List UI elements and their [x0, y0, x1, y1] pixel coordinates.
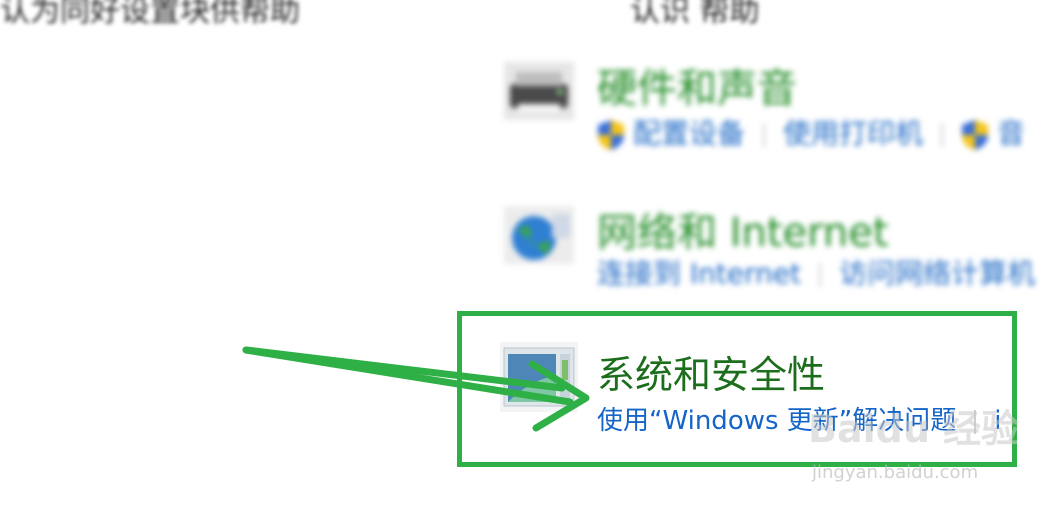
- link-access-network-computers[interactable]: 访问网络计算机: [839, 257, 1035, 290]
- category-title-hardware[interactable]: 硬件和声音: [597, 56, 797, 114]
- shield-icon: [961, 119, 989, 151]
- network-globe-icon: [500, 200, 578, 270]
- link-configure-devices[interactable]: 配置设备: [633, 117, 745, 150]
- link-separator: [941, 123, 944, 147]
- shield-icon: [597, 119, 625, 151]
- link-separator: [819, 263, 822, 287]
- system-security-icon: [500, 342, 578, 412]
- printer-icon: [500, 56, 578, 126]
- header-text-left: 认为同好设置块供帮助: [0, 0, 300, 29]
- header-text-right: 认识 帮助: [630, 0, 760, 29]
- link-connect-internet[interactable]: 连接到 Internet: [597, 257, 801, 290]
- baidu-watermark: Baidu 经验: [808, 407, 1020, 451]
- baidu-watermark-url: jingyan.baidu.com: [812, 462, 979, 483]
- link-separator: [763, 123, 766, 147]
- category-title-network[interactable]: 网络和 Internet: [597, 200, 889, 258]
- category-links-network: 连接到 Internet 访问网络计算机: [597, 252, 1035, 292]
- link-sound-truncated[interactable]: 音: [997, 117, 1025, 150]
- category-title-system-security[interactable]: 系统和安全性: [597, 344, 825, 399]
- link-use-printer[interactable]: 使用打印机: [783, 117, 923, 150]
- category-links-hardware: 配置设备 使用打印机 音: [597, 112, 1025, 152]
